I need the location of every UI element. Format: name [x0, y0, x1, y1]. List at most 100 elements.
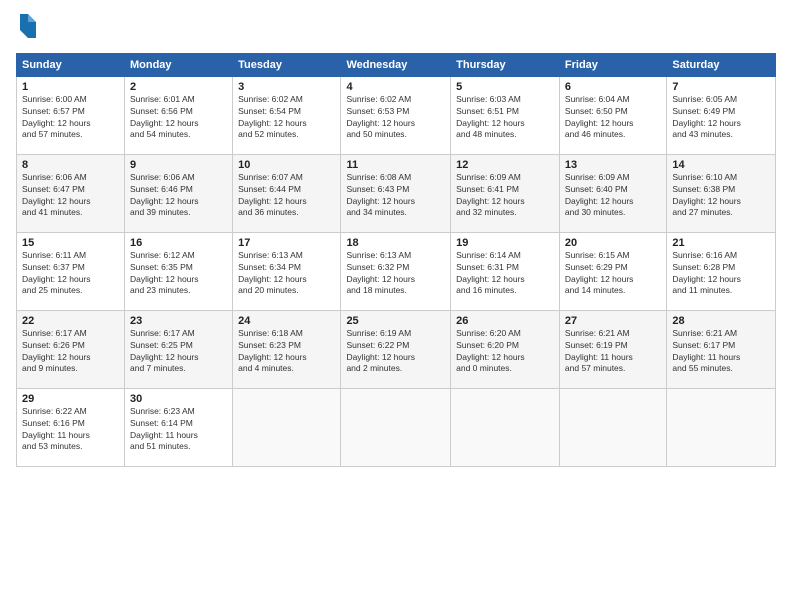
day-info: Sunrise: 6:10 AM Sunset: 6:38 PM Dayligh… — [672, 172, 770, 220]
week-row-5: 29Sunrise: 6:22 AM Sunset: 6:16 PM Dayli… — [17, 388, 776, 466]
day-cell — [559, 388, 666, 466]
column-header-saturday: Saturday — [667, 53, 776, 76]
day-number: 16 — [130, 237, 227, 249]
day-info: Sunrise: 6:09 AM Sunset: 6:40 PM Dayligh… — [565, 172, 661, 220]
day-info: Sunrise: 6:16 AM Sunset: 6:28 PM Dayligh… — [672, 250, 770, 298]
day-cell: 14Sunrise: 6:10 AM Sunset: 6:38 PM Dayli… — [667, 154, 776, 232]
day-cell: 30Sunrise: 6:23 AM Sunset: 6:14 PM Dayli… — [124, 388, 232, 466]
day-number: 29 — [22, 393, 119, 405]
week-row-1: 1Sunrise: 6:00 AM Sunset: 6:57 PM Daylig… — [17, 76, 776, 154]
column-header-thursday: Thursday — [451, 53, 560, 76]
day-number: 11 — [346, 159, 445, 171]
day-info: Sunrise: 6:03 AM Sunset: 6:51 PM Dayligh… — [456, 94, 554, 142]
day-info: Sunrise: 6:12 AM Sunset: 6:35 PM Dayligh… — [130, 250, 227, 298]
day-info: Sunrise: 6:06 AM Sunset: 6:46 PM Dayligh… — [130, 172, 227, 220]
day-number: 19 — [456, 237, 554, 249]
day-cell: 22Sunrise: 6:17 AM Sunset: 6:26 PM Dayli… — [17, 310, 125, 388]
day-cell: 29Sunrise: 6:22 AM Sunset: 6:16 PM Dayli… — [17, 388, 125, 466]
day-cell — [451, 388, 560, 466]
day-number: 20 — [565, 237, 661, 249]
column-header-monday: Monday — [124, 53, 232, 76]
day-cell: 4Sunrise: 6:02 AM Sunset: 6:53 PM Daylig… — [341, 76, 451, 154]
day-number: 2 — [130, 81, 227, 93]
day-info: Sunrise: 6:15 AM Sunset: 6:29 PM Dayligh… — [565, 250, 661, 298]
day-cell: 12Sunrise: 6:09 AM Sunset: 6:41 PM Dayli… — [451, 154, 560, 232]
day-cell: 2Sunrise: 6:01 AM Sunset: 6:56 PM Daylig… — [124, 76, 232, 154]
week-row-2: 8Sunrise: 6:06 AM Sunset: 6:47 PM Daylig… — [17, 154, 776, 232]
day-number: 9 — [130, 159, 227, 171]
day-cell: 10Sunrise: 6:07 AM Sunset: 6:44 PM Dayli… — [233, 154, 341, 232]
day-info: Sunrise: 6:20 AM Sunset: 6:20 PM Dayligh… — [456, 328, 554, 376]
week-row-3: 15Sunrise: 6:11 AM Sunset: 6:37 PM Dayli… — [17, 232, 776, 310]
day-number: 30 — [130, 393, 227, 405]
day-info: Sunrise: 6:14 AM Sunset: 6:31 PM Dayligh… — [456, 250, 554, 298]
day-info: Sunrise: 6:05 AM Sunset: 6:49 PM Dayligh… — [672, 94, 770, 142]
day-cell: 16Sunrise: 6:12 AM Sunset: 6:35 PM Dayli… — [124, 232, 232, 310]
day-info: Sunrise: 6:19 AM Sunset: 6:22 PM Dayligh… — [346, 328, 445, 376]
day-info: Sunrise: 6:23 AM Sunset: 6:14 PM Dayligh… — [130, 406, 227, 454]
day-info: Sunrise: 6:11 AM Sunset: 6:37 PM Dayligh… — [22, 250, 119, 298]
day-cell: 9Sunrise: 6:06 AM Sunset: 6:46 PM Daylig… — [124, 154, 232, 232]
column-header-sunday: Sunday — [17, 53, 125, 76]
day-cell: 28Sunrise: 6:21 AM Sunset: 6:17 PM Dayli… — [667, 310, 776, 388]
day-number: 10 — [238, 159, 335, 171]
day-info: Sunrise: 6:17 AM Sunset: 6:25 PM Dayligh… — [130, 328, 227, 376]
day-cell: 7Sunrise: 6:05 AM Sunset: 6:49 PM Daylig… — [667, 76, 776, 154]
day-number: 18 — [346, 237, 445, 249]
day-cell: 11Sunrise: 6:08 AM Sunset: 6:43 PM Dayli… — [341, 154, 451, 232]
day-info: Sunrise: 6:02 AM Sunset: 6:54 PM Dayligh… — [238, 94, 335, 142]
header — [16, 12, 776, 45]
day-number: 17 — [238, 237, 335, 249]
day-info: Sunrise: 6:08 AM Sunset: 6:43 PM Dayligh… — [346, 172, 445, 220]
day-info: Sunrise: 6:07 AM Sunset: 6:44 PM Dayligh… — [238, 172, 335, 220]
day-info: Sunrise: 6:04 AM Sunset: 6:50 PM Dayligh… — [565, 94, 661, 142]
day-cell: 24Sunrise: 6:18 AM Sunset: 6:23 PM Dayli… — [233, 310, 341, 388]
day-number: 7 — [672, 81, 770, 93]
day-info: Sunrise: 6:02 AM Sunset: 6:53 PM Dayligh… — [346, 94, 445, 142]
day-number: 4 — [346, 81, 445, 93]
day-number: 6 — [565, 81, 661, 93]
day-cell: 27Sunrise: 6:21 AM Sunset: 6:19 PM Dayli… — [559, 310, 666, 388]
day-info: Sunrise: 6:00 AM Sunset: 6:57 PM Dayligh… — [22, 94, 119, 142]
day-cell — [233, 388, 341, 466]
day-info: Sunrise: 6:09 AM Sunset: 6:41 PM Dayligh… — [456, 172, 554, 220]
day-number: 23 — [130, 315, 227, 327]
day-info: Sunrise: 6:17 AM Sunset: 6:26 PM Dayligh… — [22, 328, 119, 376]
week-row-4: 22Sunrise: 6:17 AM Sunset: 6:26 PM Dayli… — [17, 310, 776, 388]
day-number: 1 — [22, 81, 119, 93]
day-cell: 19Sunrise: 6:14 AM Sunset: 6:31 PM Dayli… — [451, 232, 560, 310]
day-cell: 13Sunrise: 6:09 AM Sunset: 6:40 PM Dayli… — [559, 154, 666, 232]
day-number: 28 — [672, 315, 770, 327]
day-info: Sunrise: 6:21 AM Sunset: 6:17 PM Dayligh… — [672, 328, 770, 376]
day-number: 3 — [238, 81, 335, 93]
page: SundayMondayTuesdayWednesdayThursdayFrid… — [0, 0, 792, 612]
column-header-friday: Friday — [559, 53, 666, 76]
logo-icon — [18, 12, 38, 40]
day-number: 15 — [22, 237, 119, 249]
day-cell — [667, 388, 776, 466]
day-number: 25 — [346, 315, 445, 327]
calendar-header-row: SundayMondayTuesdayWednesdayThursdayFrid… — [17, 53, 776, 76]
day-info: Sunrise: 6:13 AM Sunset: 6:34 PM Dayligh… — [238, 250, 335, 298]
day-cell: 8Sunrise: 6:06 AM Sunset: 6:47 PM Daylig… — [17, 154, 125, 232]
day-cell: 23Sunrise: 6:17 AM Sunset: 6:25 PM Dayli… — [124, 310, 232, 388]
day-cell: 3Sunrise: 6:02 AM Sunset: 6:54 PM Daylig… — [233, 76, 341, 154]
day-info: Sunrise: 6:01 AM Sunset: 6:56 PM Dayligh… — [130, 94, 227, 142]
day-cell: 21Sunrise: 6:16 AM Sunset: 6:28 PM Dayli… — [667, 232, 776, 310]
day-number: 27 — [565, 315, 661, 327]
day-cell — [341, 388, 451, 466]
day-cell: 17Sunrise: 6:13 AM Sunset: 6:34 PM Dayli… — [233, 232, 341, 310]
calendar: SundayMondayTuesdayWednesdayThursdayFrid… — [16, 53, 776, 467]
day-number: 14 — [672, 159, 770, 171]
day-cell: 18Sunrise: 6:13 AM Sunset: 6:32 PM Dayli… — [341, 232, 451, 310]
day-number: 8 — [22, 159, 119, 171]
day-info: Sunrise: 6:18 AM Sunset: 6:23 PM Dayligh… — [238, 328, 335, 376]
column-header-wednesday: Wednesday — [341, 53, 451, 76]
day-cell: 6Sunrise: 6:04 AM Sunset: 6:50 PM Daylig… — [559, 76, 666, 154]
logo — [16, 12, 38, 45]
day-info: Sunrise: 6:13 AM Sunset: 6:32 PM Dayligh… — [346, 250, 445, 298]
day-info: Sunrise: 6:06 AM Sunset: 6:47 PM Dayligh… — [22, 172, 119, 220]
day-cell: 26Sunrise: 6:20 AM Sunset: 6:20 PM Dayli… — [451, 310, 560, 388]
day-info: Sunrise: 6:22 AM Sunset: 6:16 PM Dayligh… — [22, 406, 119, 454]
day-cell: 1Sunrise: 6:00 AM Sunset: 6:57 PM Daylig… — [17, 76, 125, 154]
